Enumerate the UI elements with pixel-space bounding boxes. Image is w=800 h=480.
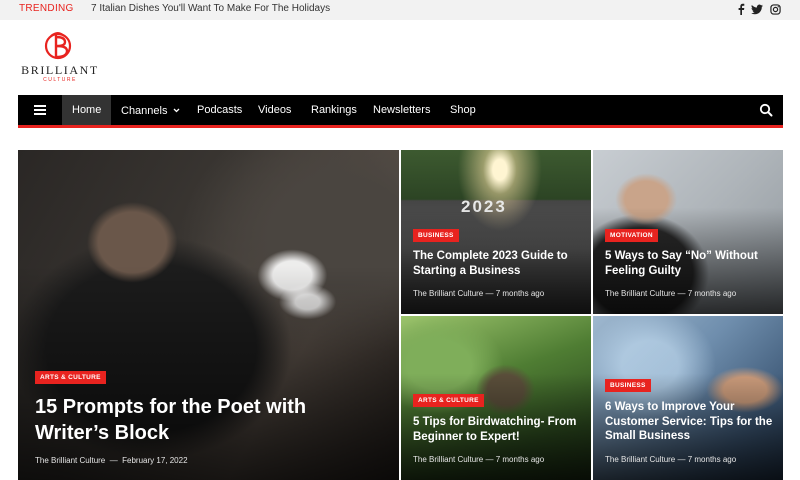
post-meta: The Brilliant Culture — 7 months ago [605,455,737,464]
post-meta: The Brilliant Culture — 7 months ago [413,455,545,464]
post-title[interactable]: The Complete 2023 Guide to Starting a Bu… [413,249,583,278]
post-author[interactable]: The Brilliant Culture [413,289,483,298]
main-navigation: Home Channels Podcasts Videos Rankings N… [18,95,783,128]
logo-monogram-icon [44,32,72,60]
post-title[interactable]: 15 Prompts for the Poet with Writer’s Bl… [35,395,385,446]
post-date: 7 months ago [687,455,737,464]
post-date: 7 months ago [495,289,545,298]
post-card[interactable]: MOTIVATION 5 Ways to Say “No” Without Fe… [593,150,783,314]
post-author[interactable]: The Brilliant Culture [35,456,105,465]
post-author[interactable]: The Brilliant Culture [605,289,675,298]
post-card[interactable]: ARTS & CULTURE 5 Tips for Birdwatching- … [401,316,591,480]
nav-item-shop[interactable]: Shop [440,95,486,125]
nav-item-podcasts[interactable]: Podcasts [187,95,252,125]
trending-headline-link[interactable]: 7 Italian Dishes You'll Want To Make For… [91,3,330,14]
chevron-down-icon [173,95,180,125]
top-bar: TRENDING 7 Italian Dishes You'll Want To… [0,0,800,20]
post-card[interactable]: BUSINESS 6 Ways to Improve Your Customer… [593,316,783,480]
post-author[interactable]: The Brilliant Culture [605,455,675,464]
nav-label: Videos [258,104,292,116]
post-meta: The Brilliant Culture — February 17, 202… [35,456,188,465]
nav-label: Home [72,104,102,116]
nav-item-home[interactable]: Home [62,95,112,125]
post-author[interactable]: The Brilliant Culture [413,455,483,464]
search-icon[interactable] [759,103,773,117]
nav-label: Newsletters [373,104,431,116]
hamburger-menu-icon[interactable] [18,95,62,125]
post-date: February 17, 2022 [122,456,188,465]
category-badge[interactable]: MOTIVATION [605,229,658,242]
category-badge[interactable]: BUSINESS [605,379,651,392]
post-date: 7 months ago [495,455,545,464]
site-logo[interactable]: BRILLIANT CULTURE [18,30,102,86]
post-date: 7 months ago [687,289,737,298]
nav-label: Shop [450,104,476,116]
nav-label: Podcasts [197,104,243,116]
nav-item-videos[interactable]: Videos [248,95,301,125]
category-badge[interactable]: BUSINESS [413,229,459,242]
logo-subtitle: CULTURE [43,77,77,83]
category-badge[interactable]: ARTS & CULTURE [413,394,484,407]
facebook-icon[interactable] [735,2,747,16]
instagram-icon[interactable] [769,2,781,16]
nav-label: Channels [121,105,168,117]
post-title[interactable]: 5 Tips for Birdwatching- From Beginner t… [413,415,585,444]
post-meta: The Brilliant Culture — 7 months ago [413,289,545,298]
post-title[interactable]: 6 Ways to Improve Your Customer Service:… [605,400,777,444]
nav-item-newsletters[interactable]: Newsletters [363,95,440,125]
nav-label: Rankings [311,104,357,116]
logo-wordmark: BRILLIANT [21,63,99,77]
post-card[interactable]: 2023 BUSINESS The Complete 2023 Guide to… [401,150,591,314]
featured-post-card[interactable]: ARTS & CULTURE 15 Prompts for the Poet w… [18,150,399,480]
nav-item-channels[interactable]: Channels [111,95,190,125]
post-title[interactable]: 5 Ways to Say “No” Without Feeling Guilt… [605,249,775,278]
post-meta: The Brilliant Culture — 7 months ago [605,289,737,298]
nav-item-rankings[interactable]: Rankings [301,95,367,125]
trending-label: TRENDING [19,3,74,14]
category-badge[interactable]: ARTS & CULTURE [35,371,106,384]
twitter-icon[interactable] [751,2,763,16]
